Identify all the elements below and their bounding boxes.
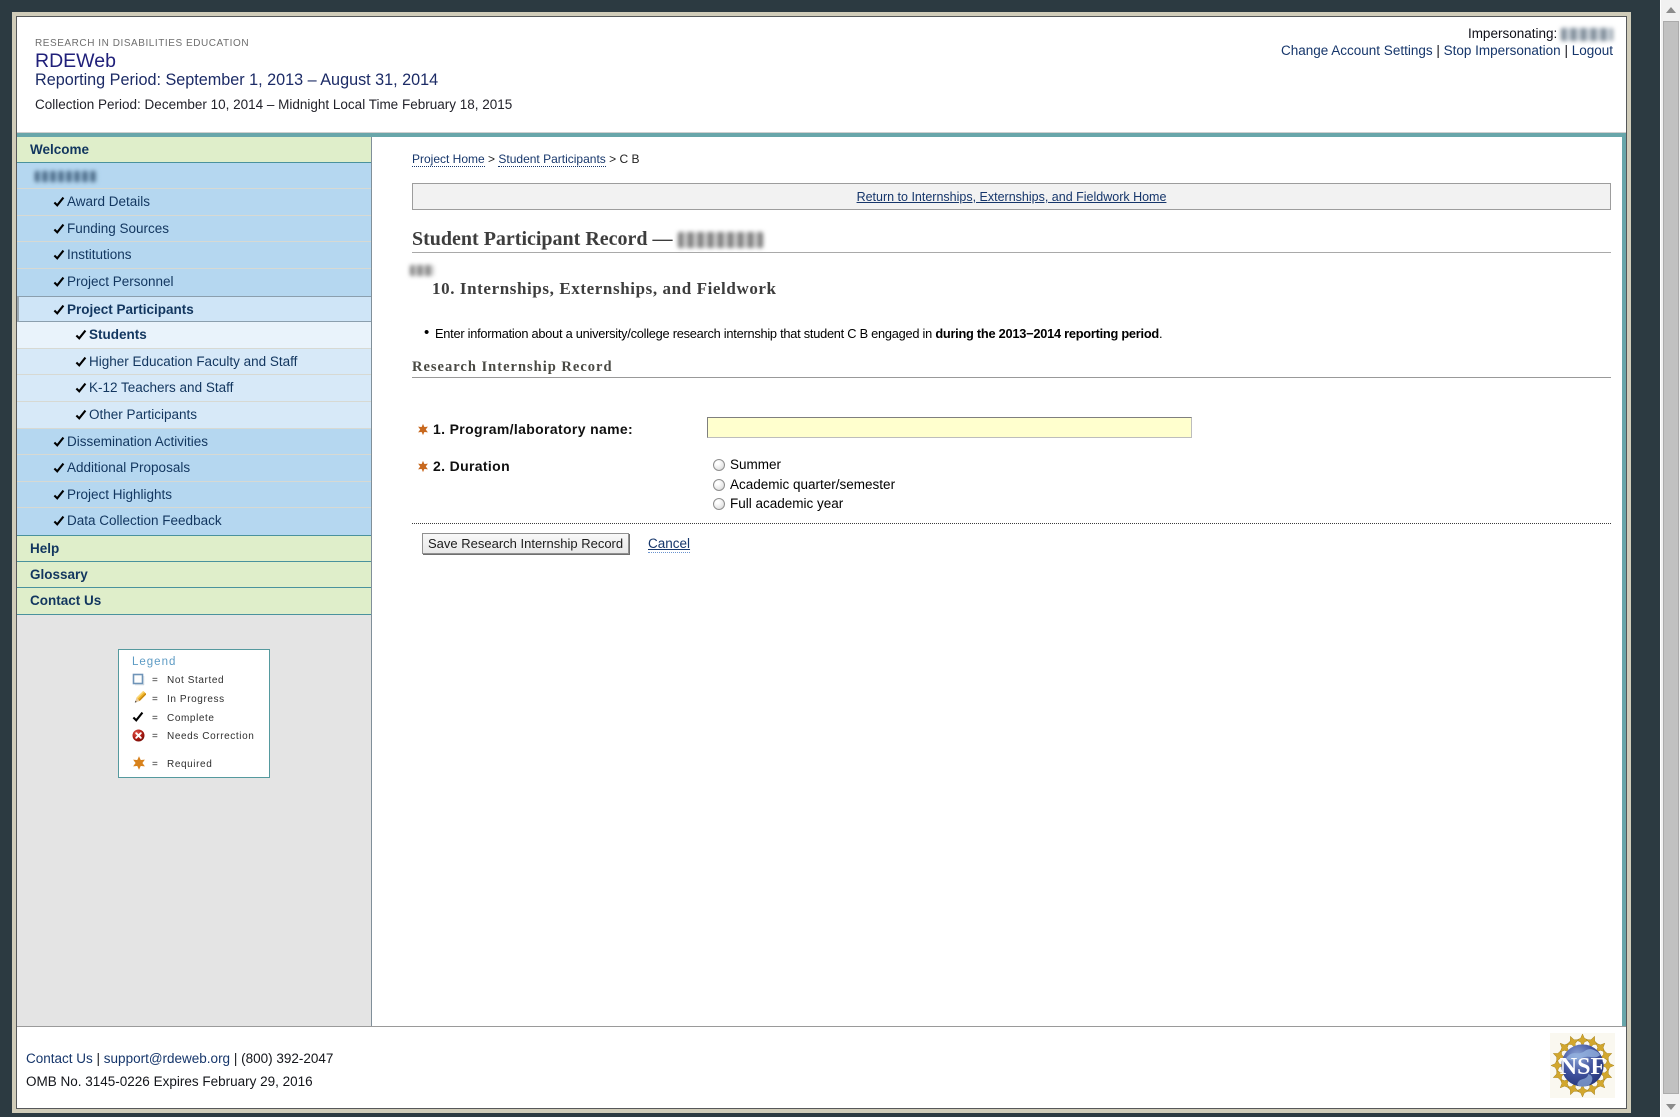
svg-text:NSF: NSF bbox=[1560, 1054, 1605, 1080]
